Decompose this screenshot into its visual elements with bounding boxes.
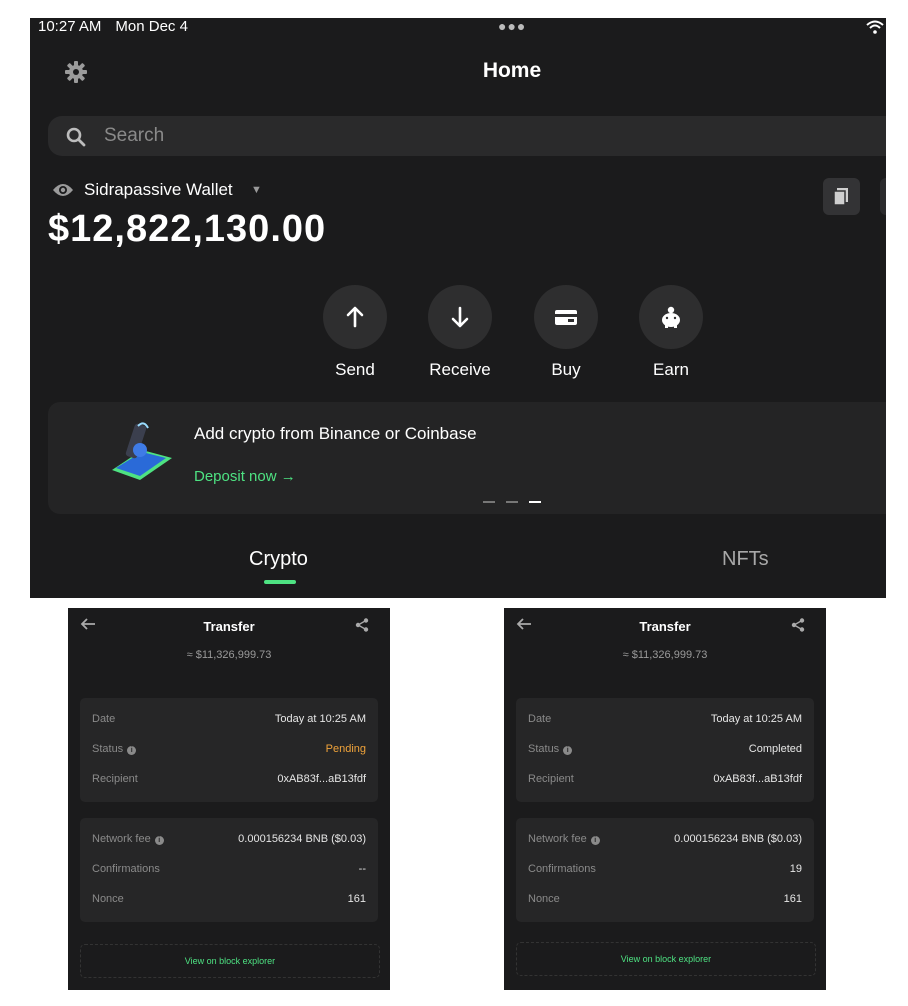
buy-label: Buy [551, 360, 581, 379]
detail-row-date: Date Today at 10:25 AM [92, 713, 366, 729]
status-pending-value: Pending [325, 743, 366, 755]
fee-row-network: Network fee i 0.000156234 BNB ($0.03) [528, 833, 802, 849]
status-completed-value: Completed [748, 743, 802, 755]
transfer-card-completed: Transfer ≈ $11,326,999.73 Date Today at … [504, 608, 826, 990]
transfer-title: Transfer [203, 619, 255, 634]
arrow-down-icon [451, 306, 469, 328]
fee-row-confirmations: Confirmations -- [92, 863, 366, 879]
block-explorer-button[interactable]: View on block explorer [80, 944, 380, 978]
recipient-address[interactable]: 0xAB83f...aB13fdf [713, 773, 802, 785]
promo-banner[interactable]: Add crypto from Binance or Coinbase Depo… [48, 402, 886, 514]
search-icon [66, 127, 86, 147]
detail-key: Recipient [92, 773, 138, 785]
deposit-illustration-icon [112, 422, 172, 480]
fee-value: 161 [783, 893, 802, 905]
copy-button[interactable] [823, 178, 860, 215]
info-icon[interactable]: i [127, 746, 137, 755]
chevron-down-icon[interactable]: ▼ [251, 184, 262, 196]
wifi-icon [866, 20, 884, 34]
fee-row-network: Network fee i 0.000156234 BNB ($0.03) [92, 833, 366, 849]
fee-value: 0.000156234 BNB ($0.03) [674, 833, 802, 845]
block-explorer-button[interactable]: View on block explorer [516, 942, 816, 976]
receive-label: Receive [429, 360, 491, 379]
detail-value: Today at 10:25 AM [710, 713, 802, 725]
search-input[interactable]: Search [48, 116, 886, 156]
fee-value: 19 [789, 863, 802, 875]
deposit-now-link[interactable]: Deposit now → [194, 468, 296, 485]
transfer-title: Transfer [639, 619, 691, 634]
info-icon[interactable]: i [563, 746, 573, 755]
multitask-dots-icon[interactable]: ●●● [498, 18, 526, 34]
wallet-name[interactable]: Sidrapassive Wallet [84, 180, 233, 200]
detail-key: Status [92, 743, 124, 755]
detail-row-date: Date Today at 10:25 AM [528, 713, 802, 729]
fees-box: Network fee i 0.000156234 BNB ($0.03) Con… [516, 818, 814, 922]
fee-row-nonce: Nonce 161 [528, 893, 802, 909]
earn-label: Earn [653, 360, 689, 379]
arrow-up-icon [346, 306, 364, 328]
fee-value: 0.000156234 BNB ($0.03) [238, 833, 366, 845]
detail-key: Date [92, 713, 116, 725]
detail-key: Date [528, 713, 552, 725]
receive-button[interactable] [428, 285, 492, 349]
fee-key: Confirmations [92, 863, 160, 875]
recipient-address[interactable]: 0xAB83f...aB13fdf [277, 773, 366, 785]
fee-key: Nonce [528, 893, 560, 905]
fees-box: Network fee i 0.000156234 BNB ($0.03) Con… [80, 818, 378, 922]
detail-key: Recipient [528, 773, 574, 785]
detail-row-recipient: Recipient 0xAB83f...aB13fdf [92, 773, 366, 789]
secondary-button[interactable] [880, 178, 886, 215]
share-icon[interactable] [355, 618, 369, 632]
earn-button[interactable] [639, 285, 703, 349]
pager-dot-active[interactable] [529, 501, 541, 503]
share-icon[interactable] [791, 618, 805, 632]
fee-key: Network fee [92, 833, 151, 845]
wallet-balance: $12,822,130.00 [48, 208, 327, 250]
details-box: Date Today at 10:25 AM Status i Completed… [516, 698, 814, 802]
copy-icon [833, 188, 848, 206]
detail-row-status: Status i Pending [92, 743, 366, 759]
piggy-bank-icon [662, 306, 680, 328]
detail-row-status: Status i Completed [528, 743, 802, 759]
pager-dot[interactable] [483, 501, 495, 503]
fee-key: Network fee [528, 833, 587, 845]
fee-key: Nonce [92, 893, 124, 905]
info-icon[interactable]: i [590, 836, 600, 845]
status-bar: 10:27 AM Mon Dec 4 [38, 18, 202, 36]
pager-dot[interactable] [506, 501, 518, 503]
detail-value: Today at 10:25 AM [274, 713, 366, 725]
transfer-card-pending: Transfer ≈ $11,326,999.73 Date Today at … [68, 608, 390, 990]
info-icon[interactable]: i [154, 836, 164, 845]
tab-crypto[interactable]: Crypto [249, 548, 308, 571]
banner-text: Add crypto from Binance or Coinbase [194, 424, 477, 443]
tab-indicator [264, 580, 296, 584]
card-icon [555, 310, 577, 325]
search-placeholder: Search [104, 125, 165, 146]
detail-row-recipient: Recipient 0xAB83f...aB13fdf [528, 773, 802, 789]
buy-button[interactable] [534, 285, 598, 349]
fee-row-nonce: Nonce 161 [92, 893, 366, 909]
status-date: Mon Dec 4 [115, 18, 188, 35]
transfer-amount: ≈ $11,326,999.73 [622, 649, 708, 661]
eye-icon[interactable] [52, 182, 74, 198]
details-box: Date Today at 10:25 AM Status i Pending R… [80, 698, 378, 802]
fee-value: 161 [347, 893, 366, 905]
fee-value: -- [358, 863, 366, 875]
tab-nfts[interactable]: NFTs [722, 548, 769, 571]
detail-key: Status [528, 743, 560, 755]
page-title: Home [482, 59, 542, 82]
send-label: Send [335, 360, 375, 379]
transfer-amount: ≈ $11,326,999.73 [186, 649, 272, 661]
wallet-home-screen: 10:27 AM Mon Dec 4 ●●● Home Search Sidra… [30, 18, 886, 598]
fee-row-confirmations: Confirmations 19 [528, 863, 802, 879]
send-button[interactable] [323, 285, 387, 349]
fee-key: Confirmations [528, 863, 596, 875]
status-time: 10:27 AM [38, 18, 102, 35]
